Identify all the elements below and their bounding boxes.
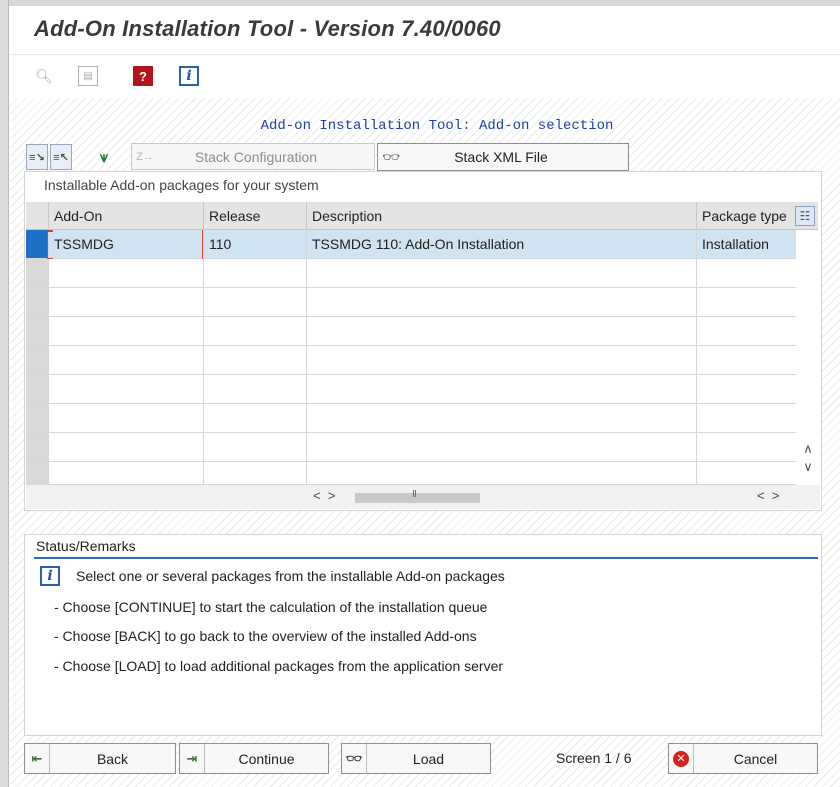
row-selector[interactable] xyxy=(26,317,49,345)
table-row[interactable] xyxy=(26,404,796,433)
row-selector[interactable] xyxy=(26,462,49,485)
table-row[interactable] xyxy=(26,346,796,375)
selection-title: Add-on Installation Tool: Add-on selecti… xyxy=(260,118,614,134)
load-button[interactable]: 👓︎ Load xyxy=(341,743,491,774)
status-line: - Choose [LOAD] to load additional packa… xyxy=(54,658,504,674)
column-selector-icon[interactable]: ☷ xyxy=(795,206,815,226)
window-frame-top xyxy=(0,0,840,6)
cell-release[interactable]: 110 xyxy=(203,230,306,258)
cell-package-type[interactable]: Installation xyxy=(696,230,796,258)
status-line: Select one or several packages from the … xyxy=(76,568,505,584)
scroll-down-icon[interactable]: ∨ xyxy=(796,459,820,477)
table-row[interactable] xyxy=(26,259,796,288)
cancel-button[interactable]: ✕ Cancel xyxy=(668,743,818,774)
table-row[interactable] xyxy=(26,288,796,317)
column-header-package-type[interactable]: Package type xyxy=(696,202,796,230)
row-selector[interactable] xyxy=(26,404,49,432)
window-frame-left xyxy=(0,0,9,787)
column-header-addon[interactable]: Add-On xyxy=(48,202,203,230)
deselect-all-icon[interactable]: ≡↖ xyxy=(50,144,72,170)
stack-configuration-button[interactable]: Z→ Stack Configuration xyxy=(131,143,375,170)
status-line: - Choose [CONTINUE] to start the calcula… xyxy=(54,599,488,615)
cancel-icon: ✕ xyxy=(669,744,694,773)
scroll-up-icon[interactable]: ∧ xyxy=(796,441,820,459)
back-icon: ⇤ xyxy=(25,744,50,773)
filter-icon[interactable]: ⩛ xyxy=(92,144,116,170)
stack-configuration-label: Stack Configuration xyxy=(194,148,318,165)
screen-counter: Screen 1 / 6 xyxy=(556,750,632,766)
table-row[interactable] xyxy=(26,462,796,485)
table-row[interactable] xyxy=(26,433,796,462)
status-divider xyxy=(34,557,818,559)
help-icon[interactable]: ? xyxy=(133,66,153,86)
window-title: Add-On Installation Tool - Version 7.40/… xyxy=(34,16,501,41)
info-icon: i xyxy=(40,566,60,586)
cell-description[interactable]: TSSMDG 110: Add-On Installation xyxy=(306,230,696,258)
title-separator xyxy=(10,54,840,55)
column-header-release[interactable]: Release xyxy=(203,202,306,230)
scroll-left-right-icon[interactable]: < > xyxy=(313,488,335,503)
row-selector[interactable] xyxy=(26,259,49,287)
continue-button[interactable]: ⇥ Continue xyxy=(179,743,329,774)
back-button-label: Back xyxy=(96,750,129,767)
header-selector-cell xyxy=(26,202,48,230)
row-selector[interactable] xyxy=(26,433,49,461)
continue-button-label: Continue xyxy=(238,750,295,767)
row-selector[interactable] xyxy=(26,346,49,374)
load-button-label: Load xyxy=(412,750,445,767)
select-all-icon[interactable]: ≡↘ xyxy=(26,144,48,170)
status-title: Status/Remarks xyxy=(36,538,136,554)
table-caption: Installable Add-on packages for your sys… xyxy=(44,177,319,193)
back-button[interactable]: ⇤ Back xyxy=(24,743,176,774)
stack-xml-icon: 👓︎ xyxy=(382,148,400,165)
info-icon[interactable]: i xyxy=(179,66,199,86)
row-selector[interactable] xyxy=(26,230,49,258)
row-selector[interactable] xyxy=(26,375,49,403)
find-icon[interactable]: 🔍︎ xyxy=(34,66,54,86)
table-header: Add-On Release Description Package type xyxy=(26,202,818,230)
stack-config-icon: Z→ xyxy=(136,150,154,163)
table-row[interactable] xyxy=(26,375,796,404)
column-header-description[interactable]: Description xyxy=(306,202,696,230)
continue-icon: ⇥ xyxy=(180,744,205,773)
scroll-grip-icon: Ⅱ xyxy=(412,489,417,500)
stack-xml-file-button[interactable]: 👓︎ Stack XML File xyxy=(377,143,629,171)
stack-xml-label: Stack XML File xyxy=(454,149,548,165)
table-row[interactable] xyxy=(26,317,796,346)
status-line: - Choose [BACK] to go back to the overvi… xyxy=(54,628,477,644)
cancel-button-label: Cancel xyxy=(733,750,778,767)
save-icon[interactable]: ▤ xyxy=(78,66,98,86)
horizontal-scroll-thumb[interactable] xyxy=(355,493,480,503)
row-selector[interactable] xyxy=(26,288,49,316)
scroll-columns-icon[interactable]: < > xyxy=(757,488,779,503)
load-icon: 👓︎ xyxy=(342,744,367,773)
cell-focus-indicator xyxy=(47,230,203,259)
